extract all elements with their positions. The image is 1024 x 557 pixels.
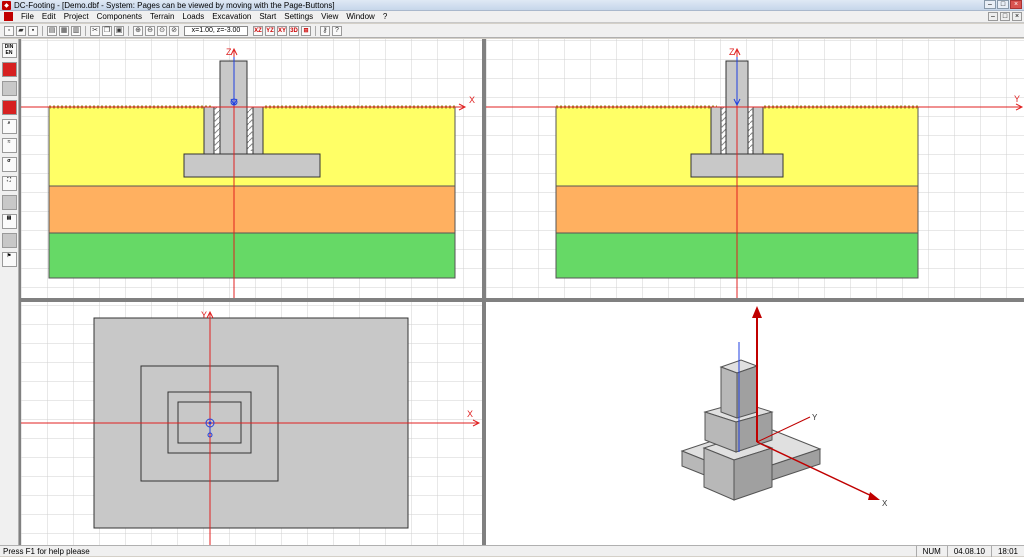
mdi-controls: – □ × — [988, 12, 1022, 21]
print-preview-icon[interactable]: ▦ — [59, 25, 69, 36]
menu-project[interactable]: Project — [60, 12, 93, 21]
flag-icon[interactable]: ⚑ — [1, 252, 17, 267]
front-view-canvas: X Z — [21, 39, 482, 298]
iso-view-canvas: X Y — [486, 302, 1024, 545]
toolbar-separator — [315, 25, 316, 36]
context-help-icon[interactable]: ? — [332, 25, 342, 36]
status-message: Press F1 for help please — [3, 546, 90, 556]
new-file-icon[interactable]: ▫ — [4, 25, 14, 36]
side-view-yz[interactable]: Y Z — [486, 39, 1024, 298]
cut-icon[interactable]: ✂ — [90, 25, 100, 36]
menu-window[interactable]: Window — [342, 12, 378, 21]
menu-bar: File Edit Project Components Terrain Loa… — [0, 11, 1024, 23]
menu-file[interactable]: File — [17, 12, 38, 21]
menu-settings[interactable]: Settings — [280, 12, 317, 21]
mdi-restore-button[interactable]: □ — [1000, 12, 1010, 21]
num-lock-indicator: NUM — [915, 545, 947, 557]
y-axis-label: Y — [1014, 94, 1020, 104]
din-en-button[interactable]: DIN EN — [1, 43, 17, 58]
status-time: 18:01 — [990, 545, 1024, 557]
paste-icon[interactable]: ▣ — [114, 25, 124, 36]
mdi-minimize-button[interactable]: – — [988, 12, 998, 21]
zoom-window-icon[interactable]: ⊙ — [157, 25, 167, 36]
loads-icon[interactable] — [1, 100, 17, 115]
plan-view-xy[interactable]: X Y — [21, 302, 482, 545]
toolbar: ▫ ▰ ▪ ▤ ▦ ▥ ✂ ❐ ▣ ⊕ ⊖ ⊙ ⊘ x=1.00, z=-3.0… — [0, 24, 1024, 38]
status-date: 04.08.10 — [946, 545, 991, 557]
close-button[interactable]: × — [1010, 0, 1022, 9]
layer-icon[interactable] — [1, 195, 17, 210]
soil-parameters-icon[interactable]: σ — [1, 157, 17, 172]
mdi-close-button[interactable]: × — [1012, 12, 1022, 21]
app-icon: ◆ — [2, 0, 11, 10]
view-xy-button[interactable]: XY — [277, 25, 287, 36]
save-icon[interactable]: ▪ — [28, 25, 38, 36]
maximize-button[interactable]: □ — [997, 0, 1009, 9]
menu-loads[interactable]: Loads — [178, 12, 208, 21]
plan-view-canvas: X Y — [21, 302, 482, 545]
menu-start[interactable]: Start — [255, 12, 280, 21]
view-3d-button[interactable]: 3D — [289, 25, 299, 36]
view-all-button[interactable]: ⊞ — [301, 25, 311, 36]
document-icon[interactable] — [4, 12, 13, 21]
page-setup-icon[interactable]: ▥ — [71, 25, 81, 36]
copy-icon[interactable]: ❐ — [102, 25, 112, 36]
toolbar-separator — [85, 25, 86, 36]
side-view-canvas: Y Z — [486, 39, 1024, 298]
z-axis-label: Z — [729, 47, 735, 57]
window-title: DC-Footing - [Demo.dbf - System: Pages c… — [14, 0, 335, 10]
terrain-icon[interactable]: ≈ — [1, 138, 17, 153]
footing-icon[interactable] — [1, 62, 17, 77]
key-icon[interactable]: ⚷ — [320, 25, 330, 36]
y-axis-label: Y — [201, 310, 207, 320]
menu-components[interactable]: Components — [93, 12, 146, 21]
coordinate-display: x=1.00, z=-3.00 — [184, 25, 248, 36]
view-yz-button[interactable]: YZ — [265, 25, 275, 36]
menu-edit[interactable]: Edit — [38, 12, 60, 21]
component-toolbar: DIN EN ⌕ ≈ σ ⛶ ▤ ⚑ — [0, 39, 19, 545]
excavation-icon[interactable]: ⛶ — [1, 176, 17, 191]
zoom-out-icon[interactable]: ⊖ — [145, 25, 155, 36]
front-view-xz[interactable]: X Z — [21, 39, 482, 298]
title-bar: ◆ DC-Footing - [Demo.dbf - System: Pages… — [0, 0, 1024, 11]
mdi-workarea: X Z Y Z X Y X Y — [19, 39, 1024, 545]
iso-y-axis-label: Y — [812, 413, 818, 422]
window-controls: – □ × — [984, 0, 1022, 9]
print-icon[interactable]: ▤ — [47, 25, 57, 36]
building-icon[interactable] — [1, 233, 17, 248]
zoom-in-icon[interactable]: ⊕ — [133, 25, 143, 36]
iso-view-3d[interactable]: X Y — [486, 302, 1024, 545]
search-icon[interactable]: ⌕ — [1, 119, 17, 134]
menu-view[interactable]: View — [317, 12, 342, 21]
status-bar: Press F1 for help please NUM 04.08.10 18… — [0, 545, 1024, 557]
toolbar-separator — [128, 25, 129, 36]
open-folder-icon[interactable]: ▰ — [16, 25, 26, 36]
z-axis-label: Z — [226, 47, 232, 57]
minimize-button[interactable]: – — [984, 0, 996, 9]
menu-help[interactable]: ? — [379, 12, 391, 21]
view-xz-button[interactable]: XZ — [253, 25, 263, 36]
iso-x-axis-label: X — [882, 499, 888, 508]
zoom-all-icon[interactable]: ⊘ — [169, 25, 179, 36]
menu-excavation[interactable]: Excavation — [208, 12, 255, 21]
menu-terrain[interactable]: Terrain — [146, 12, 178, 21]
x-axis-label: X — [467, 409, 473, 419]
toolbar-separator — [42, 25, 43, 36]
results-icon[interactable]: ▤ — [1, 214, 17, 229]
x-axis-label: X — [469, 95, 475, 105]
column-icon[interactable] — [1, 81, 17, 96]
